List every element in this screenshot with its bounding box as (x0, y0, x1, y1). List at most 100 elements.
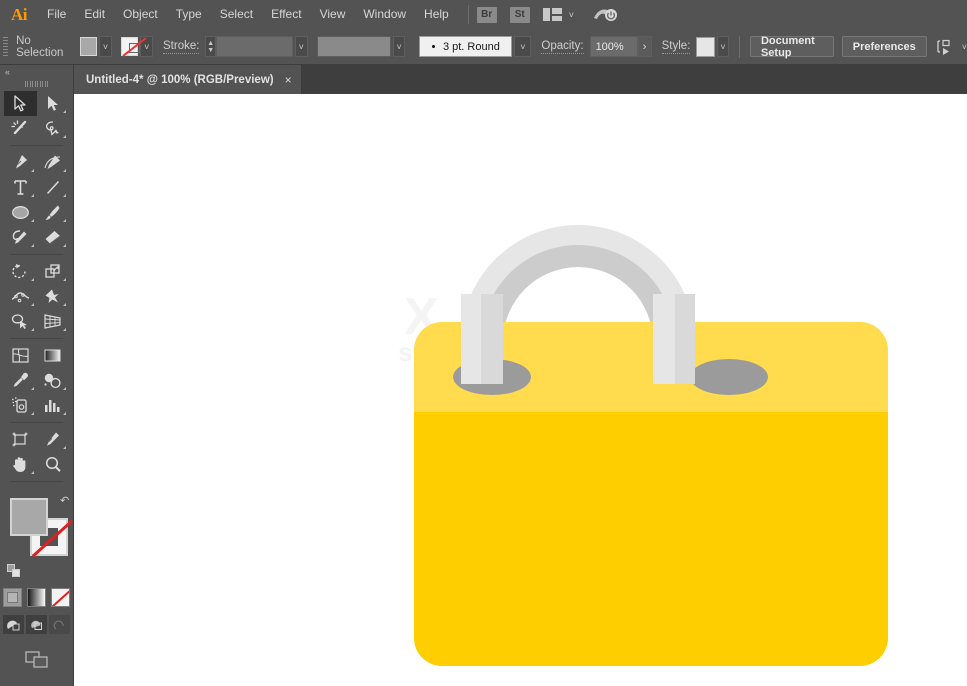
column-graph-tool[interactable] (37, 393, 70, 418)
document-setup-button[interactable]: Document Setup (749, 35, 834, 59)
stroke-label: Stroke: (163, 39, 200, 54)
selection-tool[interactable] (4, 91, 37, 116)
tool-divider (10, 254, 63, 255)
tool-grid (0, 91, 73, 486)
menu-file[interactable]: File (38, 0, 75, 29)
draw-inside-button[interactable] (49, 615, 70, 634)
perspective-grid-tool[interactable] (37, 309, 70, 334)
menu-edit[interactable]: Edit (75, 0, 114, 29)
document-tab-bar: Untitled-4* @ 100% (RGB/Preview) × (74, 65, 967, 94)
line-segment-tool[interactable] (37, 175, 70, 200)
creative-cloud-icon[interactable] (592, 6, 618, 23)
opacity-input[interactable]: 100% (589, 36, 638, 57)
workspace-switcher[interactable]: ˅ (542, 8, 574, 21)
stroke-weight-input[interactable] (215, 36, 293, 57)
rotate-tool[interactable] (4, 259, 37, 284)
stock-button[interactable]: St (509, 6, 530, 23)
control-divider (739, 35, 740, 58)
artboard-tool[interactable] (4, 427, 37, 452)
menu-help[interactable]: Help (415, 0, 458, 29)
gradient-mode-button[interactable] (27, 588, 46, 607)
pen-tool[interactable] (4, 150, 37, 175)
none-mode-button[interactable] (51, 588, 70, 607)
eraser-tool[interactable] (37, 225, 70, 250)
paintbrush-tool[interactable] (37, 200, 70, 225)
control-bar: No Selection ˅ ˅ Stroke: ▲ ▼ ˅ ˅ 3 pt. Ro… (0, 29, 967, 65)
workspace-layout-icon (542, 8, 562, 21)
free-transform-tool[interactable] (37, 284, 70, 309)
zoom-tool[interactable] (37, 452, 70, 477)
lasso-tool[interactable] (37, 116, 70, 141)
brush-definition-dropdown[interactable]: ˅ (514, 36, 532, 57)
chevron-down-icon: ˅ (961, 41, 967, 52)
shaper-tool[interactable] (4, 225, 37, 250)
width-tool[interactable] (4, 284, 37, 309)
menu-select[interactable]: Select (211, 0, 262, 29)
canvas-area[interactable]: X syste (74, 94, 967, 686)
app-logo-icon: Ai (11, 4, 28, 24)
fill-indicator-swatch[interactable] (10, 498, 48, 536)
stroke-weight-dropdown[interactable]: ˅ (294, 36, 308, 57)
tool-divider (10, 422, 63, 423)
padlock-illustration[interactable] (74, 94, 967, 686)
eyedropper-tool[interactable] (4, 368, 37, 393)
menu-object[interactable]: Object (114, 0, 167, 29)
stroke-profile-dropdown[interactable]: ˅ (392, 36, 406, 57)
style-label: Style: (661, 39, 691, 54)
slice-tool[interactable] (37, 427, 70, 452)
menu-view[interactable]: View (311, 0, 355, 29)
close-icon[interactable]: × (285, 73, 292, 87)
symbol-sprayer-tool[interactable] (4, 393, 37, 418)
collapse-panel-icon[interactable]: « (5, 67, 10, 77)
brush-label: 3 pt. Round (442, 40, 500, 53)
document-tab-title: Untitled-4* @ 100% (RGB/Preview) (86, 73, 274, 86)
type-tool[interactable] (4, 175, 37, 200)
preferences-button[interactable]: Preferences (841, 36, 927, 57)
fill-color-swatch[interactable] (79, 37, 98, 56)
bridge-button[interactable]: Br (476, 6, 497, 23)
drawing-modes-bar (0, 615, 73, 634)
illustrator-window: Ai File Edit Object Type Select Effect V… (0, 0, 967, 686)
shape-builder-tool[interactable] (4, 309, 37, 334)
direct-selection-tool[interactable] (37, 91, 70, 116)
stroke-weight-stepper[interactable]: ▲ ▼ (205, 36, 216, 57)
menu-type[interactable]: Type (167, 0, 211, 29)
change-screen-mode-button[interactable] (0, 648, 73, 670)
swap-fill-stroke-icon[interactable]: ↷ (60, 494, 69, 507)
menu-window[interactable]: Window (354, 0, 415, 29)
brush-definition-value[interactable]: 3 pt. Round (419, 36, 513, 57)
draw-normal-button[interactable] (3, 615, 24, 634)
color-mode-bar (0, 588, 73, 607)
draw-behind-button[interactable] (26, 615, 47, 634)
fill-swatch-dropdown[interactable]: ˅ (99, 36, 112, 57)
opacity-options-button[interactable]: › (637, 36, 652, 57)
tools-panel-header: « (0, 65, 73, 79)
magic-wand-tool[interactable] (4, 116, 37, 141)
default-fill-stroke-icon[interactable] (7, 564, 22, 578)
stroke-color-swatch[interactable] (120, 37, 140, 56)
ellipse-tool[interactable] (4, 200, 37, 225)
gradient-tool[interactable] (37, 343, 70, 368)
graphic-style-dropdown[interactable]: ˅ (716, 36, 730, 57)
mesh-tool[interactable] (4, 343, 37, 368)
tools-panel-grip[interactable] (0, 79, 73, 89)
scale-tool[interactable] (37, 259, 70, 284)
blend-tool[interactable] (37, 368, 70, 393)
selection-status: No Selection (16, 34, 64, 59)
tool-divider (10, 481, 63, 482)
control-bar-grip[interactable] (3, 35, 10, 59)
align-objects-button[interactable]: ˅ (937, 39, 967, 55)
stroke-profile-input[interactable] (316, 36, 391, 57)
shackle-hole-right (690, 359, 768, 395)
color-mode-button[interactable] (3, 588, 22, 607)
chevron-down-icon: ˅ (568, 9, 574, 20)
graphic-style-swatch[interactable] (696, 36, 715, 57)
document-tab[interactable]: Untitled-4* @ 100% (RGB/Preview) × (74, 65, 301, 94)
brush-definition[interactable]: 3 pt. Round ˅ (419, 36, 532, 57)
menu-effect[interactable]: Effect (262, 0, 310, 29)
opacity-label: Opacity: (541, 39, 584, 54)
curvature-tool[interactable] (37, 150, 70, 175)
hand-tool[interactable] (4, 452, 37, 477)
shackle-leg-right-shade (675, 294, 695, 384)
shackle-leg-left-shade (481, 294, 503, 384)
